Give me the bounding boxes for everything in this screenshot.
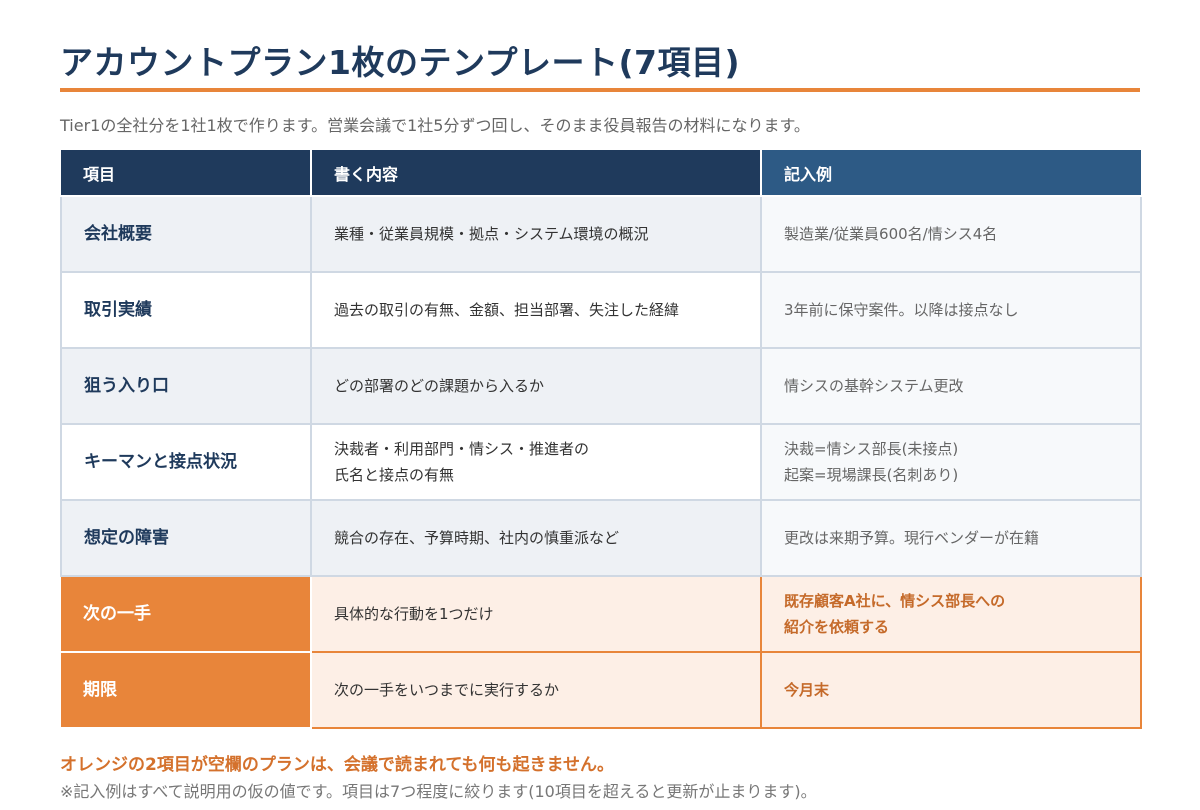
row-desc-line: 決裁者・利用部門・情シス・推進者の <box>334 440 590 458</box>
header-example: 記入例 <box>760 150 1141 197</box>
row-item: 会社概要 <box>60 195 312 273</box>
table-row: 想定の障害 競合の存在、予算時期、社内の慎重派など 更改は来期予算。現行ベンダー… <box>60 499 1142 577</box>
row-desc: どの部署のどの課題から入るか <box>310 347 762 425</box>
row-example: 今月末 <box>760 651 1142 729</box>
row-example-line: 今月末 <box>784 681 830 699</box>
table-row: 狙う入り口 どの部署のどの課題から入るか 情シスの基幹システム更改 <box>60 347 1142 425</box>
row-desc-line: 具体的な行動を1つだけ <box>334 605 494 623</box>
row-item: 次の一手 <box>61 575 312 653</box>
table-row: キーマンと接点状況 決裁者・利用部門・情シス・推進者の 氏名と接点の有無 決裁=… <box>60 423 1142 501</box>
row-desc: 過去の取引の有無、金額、担当部署、失注した経緯 <box>310 271 762 349</box>
row-example: 3年前に保守案件。以降は接点なし <box>760 271 1142 349</box>
footnote: ※記入例はすべて説明用の仮の値です。項目は7つ程度に絞ります(10項目を超えると… <box>60 782 817 801</box>
title-divider <box>60 88 1140 92</box>
row-item: 期限 <box>61 651 312 729</box>
page-title: アカウントプラン1枚のテンプレート(7項目) <box>60 43 741 82</box>
row-example: 更改は来期予算。現行ベンダーが在籍 <box>760 499 1142 577</box>
row-desc: 競合の存在、予算時期、社内の慎重派など <box>310 499 762 577</box>
row-desc: 業種・従業員規模・拠点・システム環境の概況 <box>310 195 762 273</box>
row-item: 想定の障害 <box>60 499 312 577</box>
header-content: 書く内容 <box>310 150 762 197</box>
row-example-line: 紹介を依頼する <box>784 618 890 636</box>
row-example: 既存顧客A社に、情シス部長への 紹介を依頼する <box>760 575 1142 653</box>
row-example-line: 決裁=情シス部長(未接点) <box>784 440 959 458</box>
row-example-line: 3年前に保守案件。以降は接点なし <box>784 301 1019 319</box>
warning-text: オレンジの2項目が空欄のプランは、会議で読まれても何も起きません。 <box>60 755 614 775</box>
row-example-line: 起案=現場課長(名刺あり) <box>784 466 959 484</box>
row-desc-line: 次の一手をいつまでに実行するか <box>334 681 560 699</box>
header-item: 項目 <box>61 150 312 197</box>
table-row: 取引実績 過去の取引の有無、金額、担当部署、失注した経緯 3年前に保守案件。以降… <box>60 271 1142 349</box>
row-desc: 決裁者・利用部門・情シス・推進者の 氏名と接点の有無 <box>310 423 762 501</box>
row-example-line: 製造業/従業員600名/情シス4名 <box>784 225 998 243</box>
table-row: 会社概要 業種・従業員規模・拠点・システム環境の概況 製造業/従業員600名/情… <box>60 195 1142 273</box>
table-row-highlighted: 次の一手 具体的な行動を1つだけ 既存顧客A社に、情シス部長への 紹介を依頼する <box>61 575 1142 653</box>
row-desc-line: 過去の取引の有無、金額、担当部署、失注した経緯 <box>334 301 680 319</box>
row-example-line: 情シスの基幹システム更改 <box>784 377 964 395</box>
row-example: 製造業/従業員600名/情シス4名 <box>760 195 1142 273</box>
row-example-line: 更改は来期予算。現行ベンダーが在籍 <box>784 529 1040 547</box>
account-plan-table: 項目 書く内容 記入例 会社概要 業種・従業員規模・拠点・システム環境の概況 製… <box>60 150 1142 729</box>
row-item: キーマンと接点状況 <box>60 423 312 501</box>
row-item: 取引実績 <box>60 271 312 349</box>
row-desc-line: どの部署のどの課題から入るか <box>334 377 545 395</box>
table-header-row: 項目 書く内容 記入例 <box>61 150 1141 197</box>
row-desc: 具体的な行動を1つだけ <box>310 575 762 653</box>
row-example: 情シスの基幹システム更改 <box>760 347 1142 425</box>
table-row-highlighted: 期限 次の一手をいつまでに実行するか 今月末 <box>61 651 1142 729</box>
row-desc-line: 業種・従業員規模・拠点・システム環境の概況 <box>334 225 649 243</box>
row-item: 狙う入り口 <box>60 347 312 425</box>
row-desc-line: 氏名と接点の有無 <box>334 466 455 484</box>
row-desc-line: 競合の存在、予算時期、社内の慎重派など <box>334 529 620 547</box>
row-example: 決裁=情シス部長(未接点) 起案=現場課長(名刺あり) <box>760 423 1142 501</box>
row-desc: 次の一手をいつまでに実行するか <box>310 651 762 729</box>
page-subtitle: Tier1の全社分を1社1枚で作ります。営業会議で1社5分ずつ回し、そのまま役員… <box>60 116 810 135</box>
row-example-line: 既存顧客A社に、情シス部長への <box>784 592 1006 610</box>
